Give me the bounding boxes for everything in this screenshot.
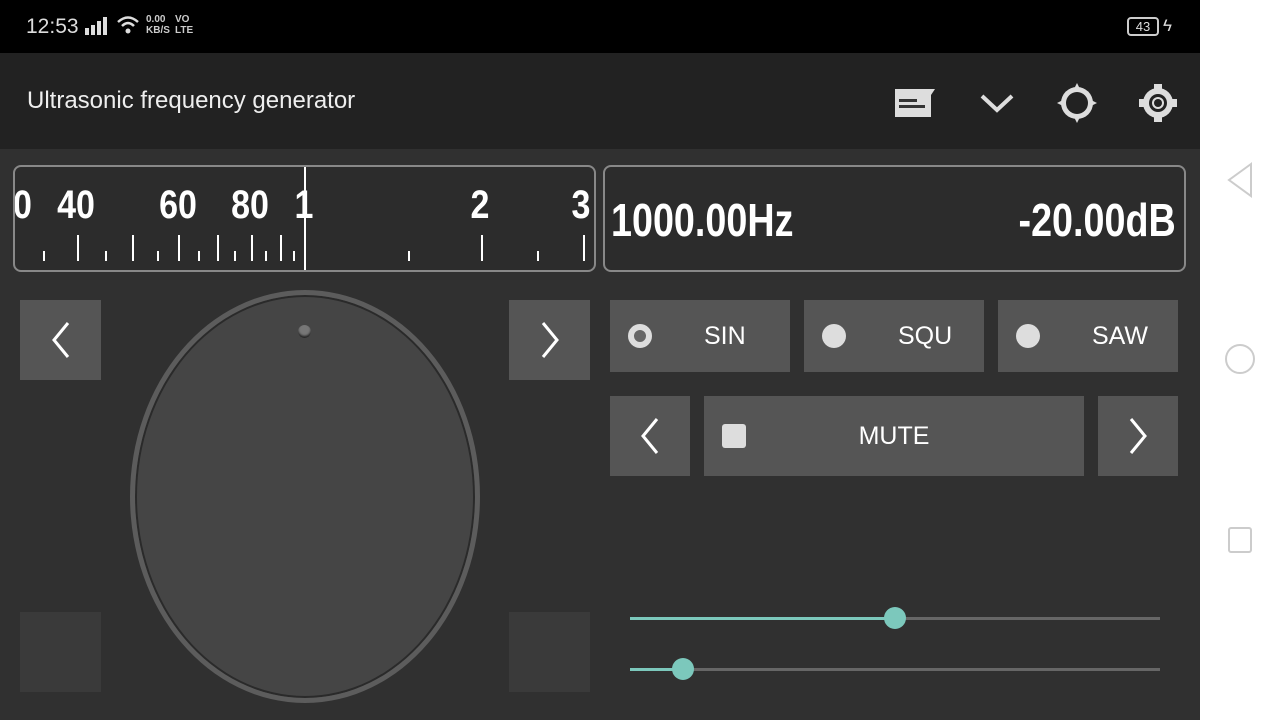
brightness-button[interactable] — [1054, 83, 1100, 123]
settings-icon — [1139, 84, 1177, 122]
mute-button[interactable]: MUTE — [704, 396, 1084, 476]
scale-tick — [217, 235, 219, 261]
scale-tick — [43, 251, 45, 261]
battery-level: 43 — [1135, 19, 1151, 34]
scale-label: 3 — [571, 183, 591, 227]
scale-tick — [132, 235, 134, 261]
readout-display: 1000.00Hz -20.00dB — [603, 165, 1186, 272]
scale-label: 20 — [13, 183, 32, 227]
clock: 12:53 — [26, 15, 79, 38]
slider-thumb[interactable] — [672, 658, 694, 680]
waveform-sin-button[interactable]: SIN — [610, 300, 790, 372]
waveform-label: SQU — [898, 322, 953, 350]
settings-button[interactable] — [1135, 83, 1181, 123]
scale-label: 80 — [231, 183, 269, 227]
app: 12:53 0.00 KB/S VO LTE 43 ϟ Ultrasonic fre… — [0, 0, 1200, 720]
battery-icon: 43 — [1127, 17, 1159, 36]
app-title: Ultrasonic frequency generator — [27, 87, 356, 114]
mute-checkbox[interactable] — [722, 424, 746, 448]
status-bar: 12:53 0.00 KB/S VO LTE 43 ϟ — [0, 0, 1200, 53]
scale-tick — [583, 235, 585, 261]
scale-label: 40 — [57, 183, 95, 227]
radio-squ[interactable] — [822, 324, 846, 348]
home-icon[interactable] — [1225, 344, 1255, 374]
chevron-right-icon — [541, 322, 559, 358]
net-speed-unit: KB/S — [146, 25, 170, 36]
scale-tick — [178, 235, 180, 261]
right-bottom-button[interactable] — [509, 612, 590, 692]
scale-tick — [77, 235, 79, 261]
wifi-icon — [117, 16, 139, 34]
knob-indicator — [298, 325, 311, 338]
brightness-icon — [1057, 83, 1097, 123]
radio-sin[interactable] — [628, 324, 652, 348]
scale-label: 2 — [470, 183, 490, 227]
frequency-up-button[interactable] — [509, 300, 590, 380]
message-icon — [895, 89, 935, 117]
signal-icon — [85, 17, 107, 35]
scale-tick — [234, 251, 236, 261]
slider-thumb[interactable] — [884, 607, 906, 629]
scale-tick — [481, 235, 483, 261]
toolbar: Ultrasonic frequency generator — [0, 53, 1200, 149]
net-speed-value: 0.00 — [146, 14, 166, 25]
scale-tick — [280, 235, 282, 261]
net-speed: 0.00 KB/S — [146, 14, 170, 36]
scale-tick — [537, 251, 539, 261]
frequency-scale[interactable]: 20 40 60 80 1 2 3 — [13, 165, 596, 272]
dropdown-button[interactable] — [974, 83, 1020, 123]
charging-icon: ϟ — [1163, 16, 1172, 35]
frequency-down-button[interactable] — [20, 300, 101, 380]
scale-tick — [408, 251, 410, 261]
waveform-squ-button[interactable]: SQU — [804, 300, 984, 372]
waveform-saw-button[interactable]: SAW — [998, 300, 1178, 372]
volte-top: VO — [175, 14, 190, 25]
frequency-knob[interactable] — [130, 290, 480, 703]
waveform-label: SAW — [1092, 322, 1149, 350]
level-value[interactable]: -20.00dB — [1019, 193, 1176, 247]
scale-tick — [157, 251, 159, 261]
scale-tick — [105, 251, 107, 261]
radio-saw[interactable] — [1016, 324, 1040, 348]
scale-indicator — [304, 167, 306, 270]
secondary-slider[interactable] — [630, 658, 1160, 680]
scale-label: 60 — [159, 183, 197, 227]
volte: VO LTE — [175, 14, 193, 36]
back-icon[interactable] — [1225, 162, 1255, 198]
left-bottom-button[interactable] — [20, 612, 101, 692]
slider-fill — [630, 617, 895, 620]
level-up-button[interactable] — [1098, 396, 1178, 476]
message-button[interactable] — [892, 83, 938, 123]
chevron-left-icon — [51, 322, 69, 358]
recents-icon[interactable] — [1228, 527, 1252, 553]
chevron-left-icon — [641, 418, 659, 454]
scale-tick — [265, 251, 267, 261]
scale-tick — [251, 235, 253, 261]
scale-tick — [198, 251, 200, 261]
frequency-value[interactable]: 1000.00Hz — [611, 193, 793, 247]
mute-label: MUTE — [858, 421, 930, 450]
level-down-button[interactable] — [610, 396, 690, 476]
chevron-right-icon — [1129, 418, 1147, 454]
volume-slider[interactable] — [630, 607, 1160, 629]
waveform-label: SIN — [704, 322, 746, 350]
chevron-down-icon — [980, 94, 1014, 113]
navigation-bar — [1200, 0, 1280, 720]
volte-bottom: LTE — [175, 25, 194, 36]
scale-tick — [293, 251, 295, 261]
